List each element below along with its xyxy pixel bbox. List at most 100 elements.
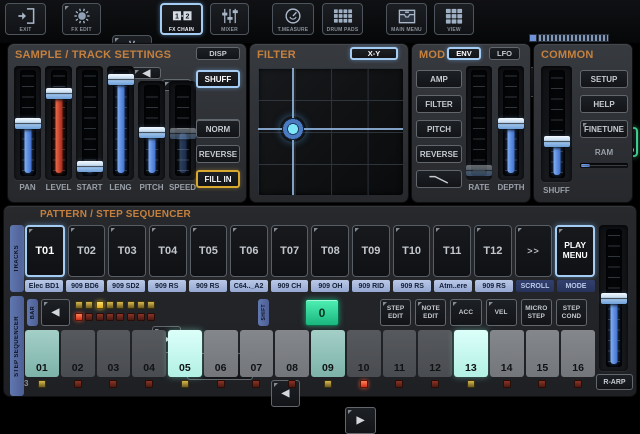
track-button-t11[interactable]: T11: [433, 225, 472, 277]
common-shuffle-slider[interactable]: [541, 66, 572, 182]
xy-mode-button[interactable]: X-Y: [350, 47, 398, 60]
filter-xy-pad[interactable]: [258, 68, 403, 195]
track-button-t04[interactable]: T04: [148, 225, 187, 277]
edit-bar-indicator-2[interactable]: [85, 301, 94, 309]
track-button-t09[interactable]: T09: [352, 225, 390, 277]
step-08[interactable]: 08: [275, 330, 309, 377]
slider-handle[interactable]: [45, 87, 72, 99]
step-03[interactable]: 03: [96, 330, 131, 377]
pitch-slider[interactable]: [138, 81, 165, 180]
play-menu-button[interactable]: PLAY MENU: [555, 225, 595, 277]
play-bar-indicator-1[interactable]: [75, 313, 83, 321]
slider-handle[interactable]: [600, 292, 627, 304]
play-bar-indicator-7[interactable]: [136, 313, 145, 321]
envelope-shape-button[interactable]: [416, 170, 462, 188]
track-sample-badge[interactable]: Atm..ere: [434, 280, 473, 292]
step-05[interactable]: 05: [168, 330, 202, 377]
step-16[interactable]: 16: [561, 330, 595, 377]
step-10[interactable]: 10: [346, 330, 381, 377]
level-slider[interactable]: [45, 66, 72, 180]
track-button-t01[interactable]: T01: [25, 225, 65, 277]
track-button-t08[interactable]: T08: [311, 225, 350, 277]
mod-amp-button[interactable]: AMP: [416, 70, 462, 88]
reverse-button[interactable]: REVERSE: [196, 145, 240, 163]
track-sample-badge[interactable]: 909 RS: [393, 280, 432, 292]
mod-tab-lfo[interactable]: LFO: [489, 47, 520, 60]
track-button-t07[interactable]: T07: [270, 225, 309, 277]
edit-bar-indicator-5[interactable]: [116, 301, 125, 309]
track-button-t03[interactable]: T03: [108, 225, 146, 277]
step-cond-button[interactable]: STEP COND: [555, 299, 588, 326]
slider-handle[interactable]: [543, 135, 570, 147]
step-14[interactable]: 14: [489, 330, 524, 377]
step-01[interactable]: 01: [25, 330, 59, 377]
pitch-prev-button[interactable]: ◀: [132, 67, 161, 79]
pattern-level-slider[interactable]: [599, 225, 628, 371]
track-button-t06[interactable]: T06: [230, 225, 268, 277]
slider-handle[interactable]: [107, 73, 134, 85]
track-sample-badge[interactable]: 909 BD6: [65, 280, 104, 292]
mod-depth-slider[interactable]: [498, 66, 524, 180]
track-sample-badge[interactable]: 909 RID: [352, 280, 391, 292]
track-sample-badge[interactable]: 909 OH: [311, 280, 350, 292]
speed-slider[interactable]: [169, 81, 196, 180]
step-edit-button[interactable]: STEP EDIT: [380, 299, 412, 326]
track-sample-badge[interactable]: 909 RS: [147, 280, 186, 292]
edit-bar-indicator-4[interactable]: [105, 301, 114, 309]
edit-bar-indicator-8[interactable]: [147, 301, 156, 309]
common-setup-button[interactable]: SETUP: [580, 70, 628, 88]
disp-button[interactable]: DISP: [196, 47, 240, 60]
step-13[interactable]: 13: [454, 330, 488, 377]
track-scroll-button[interactable]: >>: [514, 225, 553, 277]
edit-bar-indicator-1[interactable]: [75, 301, 83, 309]
toolbar-button-fx-chain[interactable]: 1 2 FX CHAIN: [160, 3, 203, 35]
slider-handle[interactable]: [138, 126, 165, 138]
play-bar-indicator-6[interactable]: [126, 313, 135, 321]
acc-button[interactable]: ACC: [450, 299, 482, 326]
note-edit-button[interactable]: NOTE EDIT: [415, 299, 447, 326]
shift-right-button[interactable]: ▶: [345, 407, 376, 434]
shift-value-display[interactable]: 0: [305, 299, 339, 326]
track-button-t05[interactable]: T05: [189, 225, 228, 277]
step-06[interactable]: 06: [203, 330, 238, 377]
edit-bar-indicator-3[interactable]: [95, 301, 104, 309]
bar-prev-button[interactable]: ◀: [41, 299, 70, 326]
track-sample-badge[interactable]: 909 CH: [270, 280, 309, 292]
slider-handle[interactable]: [466, 164, 492, 176]
track-sample-badge[interactable]: 909 RS: [475, 280, 514, 292]
toolbar-button-t-measure[interactable]: T.MEASURE: [272, 3, 314, 35]
mod-rate-slider[interactable]: [466, 66, 492, 180]
edit-bar-indicator-7[interactable]: [136, 301, 145, 309]
step-02[interactable]: 02: [60, 330, 95, 377]
slider-handle[interactable]: [169, 127, 196, 139]
track-sample-badge[interactable]: Elec BD1: [25, 280, 63, 292]
slider-handle[interactable]: [76, 160, 103, 172]
toolbar-button-drum-pads[interactable]: DRUM PADS: [322, 3, 363, 35]
track-sample-badge[interactable]: 909 RS: [188, 280, 227, 292]
track-button-t10[interactable]: T10: [392, 225, 431, 277]
toolbar-button-mixer[interactable]: MIXER: [210, 3, 249, 35]
play-bar-indicator-2[interactable]: [85, 313, 94, 321]
step-12[interactable]: 12: [418, 330, 452, 377]
slider-handle[interactable]: [14, 117, 41, 129]
play-bar-indicator-4[interactable]: [105, 313, 114, 321]
pan-slider[interactable]: [14, 66, 41, 180]
xy-cursor-knob[interactable]: [279, 115, 306, 142]
step-07[interactable]: 07: [239, 330, 274, 377]
toolbar-button-fx-edit[interactable]: FX EDIT: [62, 3, 101, 35]
mod-filter-button[interactable]: FILTER: [416, 95, 462, 113]
start-slider[interactable]: [76, 66, 103, 180]
vel-button[interactable]: VEL: [485, 299, 517, 326]
fill-in-button[interactable]: FILL IN: [196, 170, 240, 188]
track-sample-badge[interactable]: C64.._A2: [229, 280, 268, 292]
shuff-button[interactable]: SHUFF: [196, 70, 240, 88]
play-bar-indicator-3[interactable]: [95, 313, 104, 321]
mod-reverse-button[interactable]: REVERSE: [416, 145, 462, 163]
track-sample-badge[interactable]: 909 SD2: [106, 280, 145, 292]
slider-handle[interactable]: [498, 117, 524, 129]
edit-bar-indicator-6[interactable]: [126, 301, 135, 309]
toolbar-button-view[interactable]: VIEW: [434, 3, 474, 35]
r-arp-button[interactable]: R-ARP: [596, 374, 633, 390]
mod-pitch-button[interactable]: PITCH: [416, 120, 462, 138]
step-15[interactable]: 15: [525, 330, 560, 377]
